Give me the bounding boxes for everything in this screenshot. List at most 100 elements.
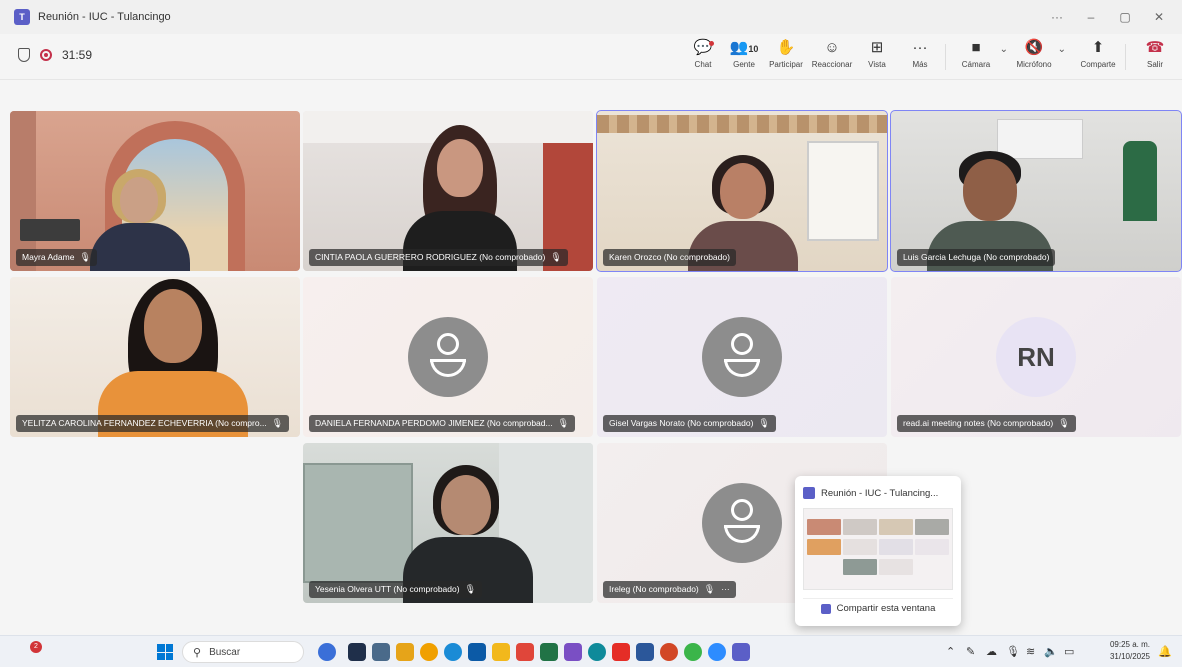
participant-name: Yesenia Olvera UTT (No comprobado) 🎙	[309, 581, 483, 598]
window-thumbnail[interactable]	[803, 508, 953, 590]
unread-dot	[709, 41, 714, 46]
pen-icon[interactable]: ✎	[966, 645, 975, 658]
notifications-icon[interactable]: 🔔	[1158, 645, 1172, 658]
participant-tile[interactable]: Yesenia Olvera UTT (No comprobado) 🎙	[303, 443, 593, 603]
video-stage: Mayra Adame 🎙 CINTIA PAOLA GUERRERO RODRI…	[0, 81, 1182, 635]
chevron-up-icon[interactable]: ⌃	[946, 645, 955, 658]
participant-name: Gisel Vargas Norato (No comprobado) 🎙	[603, 415, 776, 432]
taskbar-preview-popup[interactable]: Reunión - IUC - Tulancing... Compartir e…	[795, 476, 961, 626]
zoom-icon[interactable]	[708, 643, 726, 661]
more-icon: ···	[912, 39, 928, 56]
shield-icon[interactable]	[18, 48, 30, 62]
volume-muted-icon[interactable]: 🔈	[1044, 645, 1058, 658]
avatar-icon	[408, 317, 488, 397]
raise-hand-button[interactable]: ✋ Participar	[764, 38, 808, 76]
camera-button[interactable]: ■ Cámara	[954, 38, 1008, 76]
chrome-icon[interactable]	[684, 643, 702, 661]
participant-tile[interactable]: Mayra Adame 🎙	[10, 111, 300, 271]
participant-tile[interactable]: YELITZA CAROLINA FERNANDEZ ECHEVERRIA (N…	[10, 277, 300, 437]
wifi-icon[interactable]: ≋	[1026, 645, 1035, 658]
chat-button[interactable]: 💬 Chat	[681, 38, 725, 76]
minimize-button[interactable]: –	[1074, 10, 1108, 24]
youtube-icon[interactable]	[612, 643, 630, 661]
window-title: Reunión - IUC - Tulancingo	[38, 11, 171, 23]
more-button[interactable]: ··· Más	[898, 38, 942, 76]
people-icon: 👥10	[729, 39, 759, 56]
edge-icon[interactable]	[444, 643, 462, 661]
search-icon: ⚲	[193, 646, 202, 659]
participant-name: Ireleg (No comprobado) 🎙 ···	[603, 581, 736, 598]
more-icon[interactable]: ···	[721, 584, 730, 594]
microphone-muted-icon: 🔇	[1024, 39, 1044, 56]
mic-muted-icon: 🎙	[79, 252, 91, 262]
video-feed	[10, 277, 300, 437]
word-icon[interactable]	[636, 643, 654, 661]
share-this-window-button[interactable]: Compartir esta ventana	[803, 598, 953, 618]
widgets-button[interactable]: 2	[24, 641, 44, 661]
window-more-button[interactable]: ···	[1040, 10, 1074, 24]
participant-tile[interactable]: CINTIA PAOLA GUERRERO RODRIGUEZ (No comp…	[303, 111, 593, 271]
app-icon[interactable]	[564, 643, 582, 661]
folder-icon[interactable]	[492, 643, 510, 661]
store-icon[interactable]	[468, 643, 486, 661]
mic-muted-icon: 🎙	[703, 584, 716, 594]
calculator-icon[interactable]	[372, 643, 390, 661]
video-feed	[10, 111, 300, 271]
people-count: 10	[748, 44, 759, 54]
avatar-icon	[702, 317, 782, 397]
system-clock[interactable]: 09:25 a. m. 31/10/2025	[1100, 639, 1150, 663]
mic-muted-icon: 🎙	[1058, 418, 1070, 428]
mic-muted-icon: 🎙	[758, 418, 770, 428]
people-button[interactable]: 👥10 Gente	[722, 38, 766, 76]
teams-taskbar-icon[interactable]	[732, 643, 750, 661]
participant-name: Mayra Adame 🎙	[16, 249, 97, 266]
participant-name: CINTIA PAOLA GUERRERO RODRIGUEZ (No comp…	[309, 249, 568, 266]
video-feed	[891, 111, 1181, 271]
taskbar: 2 ⚲ Buscar ⌃ ✎ ☁ 🎙 ≋ 🔈 ▭ 09:25 a. m. 31/…	[0, 635, 1182, 667]
app-icon[interactable]	[588, 643, 606, 661]
participant-tile[interactable]: DANIELA FERNANDA PERDOMO JIMENEZ (No com…	[303, 277, 593, 437]
excel-icon[interactable]	[540, 643, 558, 661]
taskbar-search[interactable]: ⚲ Buscar	[182, 641, 304, 663]
mic-muted-icon: 🎙	[550, 252, 562, 262]
chrome-icon[interactable]	[660, 643, 678, 661]
close-button[interactable]: ✕	[1142, 10, 1176, 24]
task-view-icon[interactable]	[348, 643, 366, 661]
participant-tile[interactable]: Gisel Vargas Norato (No comprobado) 🎙	[597, 277, 887, 437]
notification-badge: 2	[30, 641, 42, 653]
participant-name: Karen Orozco (No comprobado)	[603, 249, 736, 266]
participant-tile[interactable]: Luis Garcia Lechuga (No comprobado)	[890, 110, 1182, 272]
participant-name: DANIELA FERNANDA PERDOMO JIMENEZ (No com…	[309, 415, 576, 432]
participant-tile[interactable]: RN read.ai meeting notes (No comprobado)…	[891, 277, 1181, 437]
microphone-button[interactable]: 🔇 Micrófono	[1012, 38, 1066, 76]
cloud-icon[interactable]: ☁	[986, 645, 997, 658]
file-explorer-icon[interactable]	[396, 643, 414, 661]
chrome-icon[interactable]	[420, 643, 438, 661]
react-button[interactable]: ☺ Reaccionar	[810, 38, 854, 76]
start-button[interactable]	[157, 644, 173, 660]
avatar-icon	[702, 483, 782, 563]
participant-tile[interactable]: Karen Orozco (No comprobado)	[596, 110, 888, 272]
video-feed	[303, 443, 593, 603]
preview-title: Reunión - IUC - Tulancing...	[803, 487, 938, 499]
mic-tray-icon[interactable]: 🎙	[1006, 645, 1020, 658]
hangup-icon: ☎	[1145, 39, 1165, 56]
video-feed	[597, 111, 887, 271]
view-button[interactable]: ⊞ Vista	[855, 38, 899, 76]
leave-button[interactable]: ☎ Salir	[1133, 38, 1177, 76]
video-feed	[303, 111, 593, 271]
teams-app-icon: T	[14, 9, 30, 25]
share-button[interactable]: ⬆ Comparte	[1076, 38, 1120, 76]
teams-app-icon	[820, 603, 831, 614]
hand-icon: ✋	[776, 39, 796, 56]
news-app-icon[interactable]	[318, 643, 336, 661]
participant-name: YELITZA CAROLINA FERNANDEZ ECHEVERRIA (N…	[16, 415, 290, 432]
mic-muted-icon: 🎙	[464, 584, 477, 594]
battery-icon[interactable]: ▭	[1064, 645, 1074, 658]
mic-muted-icon: 🎙	[271, 418, 284, 428]
meeting-timer: 31:59	[62, 48, 93, 62]
maximize-button[interactable]: ▢	[1108, 10, 1142, 24]
share-icon: ⬆	[1091, 39, 1105, 56]
toolbar-divider	[945, 44, 946, 70]
office-icon[interactable]	[516, 643, 534, 661]
